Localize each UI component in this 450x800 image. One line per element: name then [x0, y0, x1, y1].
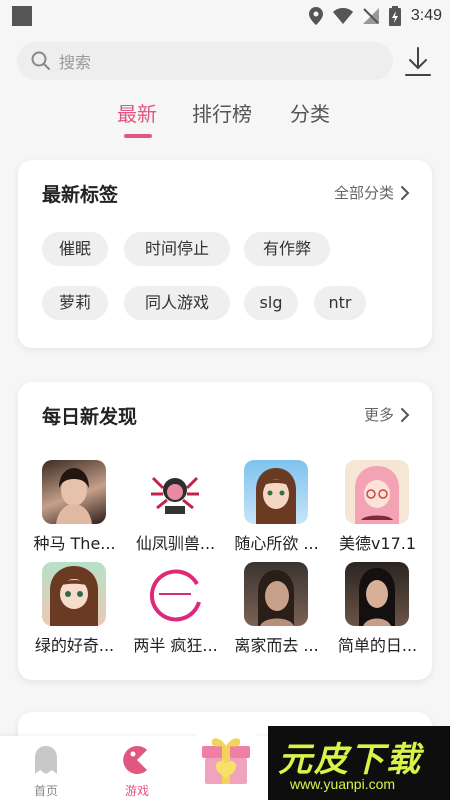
location-icon	[308, 7, 323, 25]
app-name: 种马 The...	[33, 534, 116, 553]
tab-latest[interactable]: 最新	[117, 98, 157, 127]
app-icon	[345, 460, 409, 524]
app-item[interactable]: 随心所欲 ...	[226, 460, 327, 560]
app-name: 简单的日...	[337, 636, 418, 655]
download-button[interactable]	[403, 46, 433, 78]
app-name: 仙凤驯兽...	[135, 534, 216, 553]
signal-off-icon	[362, 8, 379, 24]
app-icon	[244, 460, 308, 524]
app-name: 两半 疯狂...	[133, 636, 218, 655]
wifi-icon	[332, 8, 353, 24]
latest-tags-title: 最新标签	[42, 184, 119, 206]
game-icon	[123, 745, 147, 774]
chevron-right-icon	[401, 407, 410, 422]
chevron-right-icon	[401, 185, 410, 200]
status-bar: 3:49	[0, 0, 450, 32]
active-tab-indicator	[124, 134, 152, 138]
tag-chip[interactable]: ntr	[314, 286, 366, 320]
search-row: 搜索	[17, 42, 437, 82]
tag-chip[interactable]: 时间停止	[124, 232, 230, 266]
ghost-icon	[35, 746, 57, 774]
tag-chip[interactable]: 萝莉	[42, 286, 108, 320]
gift-icon	[202, 738, 250, 784]
app-icon	[42, 562, 106, 626]
app-item[interactable]: 离家而去 ...	[226, 562, 327, 662]
tag-chip[interactable]: 同人游戏	[124, 286, 230, 320]
tag-chip[interactable]: 催眠	[42, 232, 108, 266]
all-categories-label: 全部分类	[333, 184, 394, 202]
tab-bar: 最新 排行榜 分类	[0, 98, 450, 138]
battery-icon	[388, 6, 401, 26]
watermark-url: www.yuanpi.com	[290, 776, 396, 792]
search-input[interactable]: 搜索	[17, 42, 393, 80]
watermark-logo: 元皮下载 www.yuanpi.com	[268, 726, 450, 800]
app-item[interactable]: 种马 The...	[24, 460, 125, 560]
tab-ranking[interactable]: 排行榜	[192, 98, 252, 127]
app-item[interactable]: 两半 疯狂...	[125, 562, 226, 662]
gift-button[interactable]	[190, 720, 262, 792]
notification-icon	[12, 6, 32, 26]
app-item[interactable]: 简单的日...	[327, 562, 428, 662]
all-categories-link[interactable]: 全部分类	[334, 182, 410, 203]
status-icons: 3:49	[308, 4, 442, 28]
app-item[interactable]: 仙凤驯兽...	[125, 460, 226, 560]
app-icon	[345, 562, 409, 626]
search-icon	[31, 51, 50, 70]
download-icon	[405, 47, 431, 76]
app-item[interactable]: 美德v17.1	[327, 460, 428, 560]
app-item[interactable]: 绿的好奇...	[24, 562, 125, 662]
app-icon	[143, 562, 207, 626]
app-name: 随心所欲 ...	[234, 534, 319, 553]
tab-category[interactable]: 分类	[290, 98, 330, 127]
nav-games-label: 游戏	[124, 784, 149, 798]
app-name: 美德v17.1	[338, 534, 417, 553]
tag-chip[interactable]: slg	[244, 286, 298, 320]
app-icon	[244, 562, 308, 626]
clock: 3:49	[410, 7, 442, 24]
search-placeholder: 搜索	[59, 53, 92, 72]
more-label: 更多	[363, 406, 394, 424]
app-icon	[42, 460, 106, 524]
app-name: 绿的好奇...	[34, 636, 115, 655]
daily-discovery-title: 每日新发现	[42, 406, 138, 428]
app-name: 离家而去 ...	[234, 636, 319, 655]
nav-home-label: 首页	[33, 784, 58, 798]
daily-discovery-card: 每日新发现 更多 种马 The... 仙凤驯兽... 随心所欲 ... 美德v1…	[18, 382, 432, 680]
watermark-title: 元皮下载	[278, 740, 422, 780]
app-icon	[143, 460, 207, 524]
more-link[interactable]: 更多	[364, 404, 410, 425]
latest-tags-card: 最新标签 全部分类 催眠 时间停止 有作弊 萝莉 同人游戏 slg ntr	[18, 160, 432, 348]
tag-chip[interactable]: 有作弊	[244, 232, 330, 266]
